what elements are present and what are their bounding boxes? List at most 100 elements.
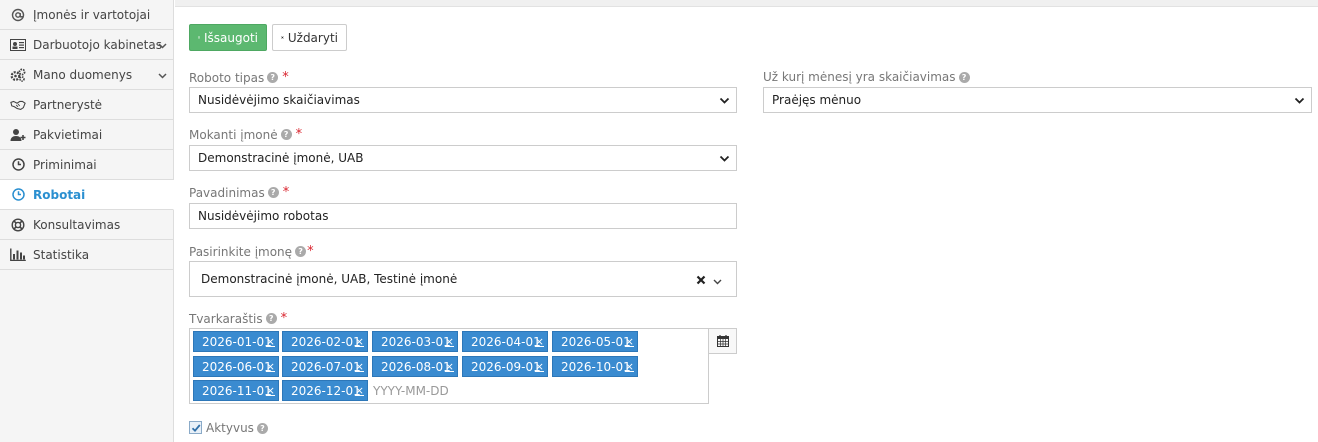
clear-icon[interactable] [696,274,706,288]
chevron-down-icon [719,95,730,109]
month-label-text: Už kurį mėnesį yra skaičiavimas [763,70,956,84]
select-company-value: Demonstracinė įmonė, UAB, Testinė įmonė [201,272,458,286]
paying-company-label-text: Mokanti įmonė [189,127,278,142]
paying-company-value: Demonstracinė įmonė, UAB [198,151,364,165]
schedule-label-text: Tvarkaraštis [189,311,263,326]
remove-tag-icon[interactable]: × [445,360,454,373]
select-company-label-text: Pasirinkite įmonę [189,244,293,259]
remove-tag-icon[interactable]: × [266,360,275,373]
close-icon [281,36,284,39]
month-label: Už kurį mėnesį yra skaičiavimas ? [763,70,970,84]
save-label: Išsaugoti [204,30,258,45]
clock-icon [10,187,26,203]
date-tag-label: 2026-06-01 [202,359,272,374]
remove-tag-icon[interactable]: × [625,360,634,373]
name-label-text: Pavadinimas [189,185,265,200]
clock-icon [10,157,26,173]
remove-tag-icon[interactable]: × [445,335,454,348]
date-tag-label: 2026-10-01 [561,359,631,374]
paying-company-select[interactable]: Demonstracinė įmonė, UAB [189,145,737,171]
remove-tag-icon[interactable]: × [266,335,275,348]
calendar-icon [716,335,729,347]
robot-type-value: Nusidėvėjimo skaičiavimas [198,93,360,107]
schedule-tags-input[interactable]: 2026-01-01 × 2026-02-01 × 2026-03-01 × 2026… [189,328,709,404]
date-tag-label: 2026-12-01 [291,383,361,398]
sidebar-item-my-data[interactable]: Mano duomenys [0,60,173,90]
sidebar-item-robots[interactable]: Robotai [0,180,174,210]
date-input-placeholder[interactable]: YYYY-MM-DD [373,384,449,398]
remove-tag-icon[interactable]: × [266,384,275,397]
remove-tag-icon[interactable]: × [535,335,544,348]
close-label: Uždaryti [287,30,338,45]
required-marker: * [295,127,303,142]
name-input[interactable]: Nusidėvėjimo robotas [189,203,737,229]
chevron-down-icon [158,69,167,83]
sidebar-item-partnership[interactable]: Partnerystė [0,90,173,120]
required-marker: * [282,185,290,200]
required-marker: * [282,70,289,85]
sidebar-item-label: Robotai [33,187,86,202]
robot-type-select[interactable]: Nusidėvėjimo skaičiavimas [189,87,737,113]
sidebar-item-label: Įmonės ir vartotojai [33,7,151,22]
date-tag-label: 2026-11-01 [202,383,272,398]
remove-tag-icon[interactable]: × [355,360,364,373]
help-icon[interactable]: ? [265,313,277,324]
help-icon[interactable]: ? [295,246,307,257]
help-icon[interactable]: ? [256,422,268,434]
save-button[interactable]: Išsaugoti [189,24,267,51]
remove-tag-icon[interactable]: × [355,335,364,348]
help-icon[interactable]: ? [267,72,279,83]
date-tag: 2026-09-01 × [462,356,548,377]
required-marker: * [307,244,314,259]
date-tag-label: 2026-05-01 [561,334,631,349]
sidebar-item-label: Darbuotojo kabinetas [33,37,162,52]
user-plus-icon [10,127,26,143]
sidebar-item-invitations[interactable]: Pakvietimai [0,120,173,150]
date-tag: 2026-06-01 × [193,356,279,377]
date-tag: 2026-02-01 × [282,331,368,352]
calendar-button[interactable] [708,328,737,354]
floppy-disk-icon [198,36,200,39]
remove-tag-icon[interactable]: × [625,335,634,348]
sidebar-item-label: Konsultavimas [33,217,121,232]
sidebar-item-label: Pakvietimai [33,127,103,142]
date-tag: 2026-04-01 × [462,331,548,352]
sidebar-item-label: Partnerystė [33,97,103,112]
sidebar-item-consulting[interactable]: Konsultavimas [0,210,173,240]
date-tag-label: 2026-08-01 [381,359,451,374]
checkmark-icon [191,423,200,432]
date-tag: 2026-05-01 × [552,331,638,352]
help-icon[interactable]: ? [958,71,970,83]
month-select[interactable]: Praėjęs mėnuo [763,87,1312,113]
sidebar-item-employee-cabinet[interactable]: Darbuotojo kabinetas [0,30,173,60]
required-marker: * [280,311,288,326]
date-tag: 2026-03-01 × [372,331,458,352]
date-tag-label: 2026-02-01 [291,334,361,349]
select-company-multiselect[interactable]: Demonstracinė įmonė, UAB, Testinė įmonė [189,261,737,297]
remove-tag-icon[interactable]: × [355,384,364,397]
schedule-label: Tvarkaraštis ? * [189,311,287,326]
date-tag: 2026-12-01 × [282,380,368,401]
remove-tag-icon[interactable]: × [535,360,544,373]
close-button[interactable]: Uždaryti [272,24,347,51]
sidebar-item-reminders[interactable]: Priminimai [0,150,173,180]
chevron-down-icon [713,275,722,289]
sidebar-item-label: Statistika [33,247,90,262]
help-icon[interactable]: ? [280,129,292,140]
top-strip [175,0,1318,7]
robot-type-label-text: Roboto tipas [189,70,265,85]
active-label-text: Aktyvus [206,421,254,435]
chevron-down-icon [719,153,730,167]
date-tag: 2026-11-01 × [193,380,279,401]
sidebar-item-statistics[interactable]: Statistika [0,240,173,270]
chevron-down-icon [158,39,167,53]
active-label: Aktyvus ? [206,421,268,435]
id-card-icon [10,37,26,53]
bar-chart-icon [10,247,26,263]
date-tag-label: 2026-09-01 [471,359,541,374]
help-icon[interactable]: ? [267,187,279,198]
sidebar-item-label: Mano duomenys [33,67,133,82]
handshake-icon [10,97,26,113]
sidebar-item-companies-users[interactable]: Įmonės ir vartotojai [0,0,173,30]
active-checkbox[interactable] [189,421,202,434]
